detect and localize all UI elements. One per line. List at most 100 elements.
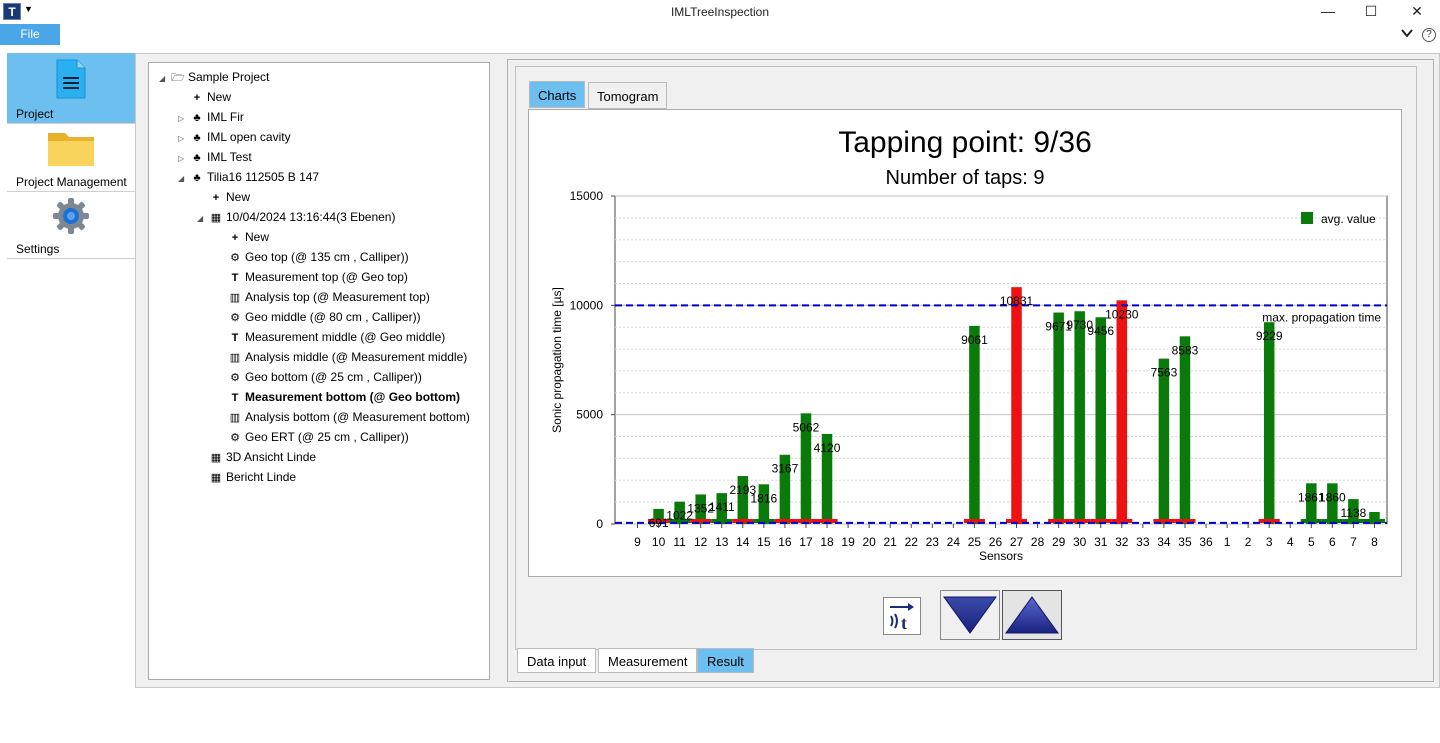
tree-node-measurement-bottom[interactable]: T Measurement bottom (@ Geo bottom) bbox=[216, 388, 460, 406]
bar-31 bbox=[1095, 317, 1107, 524]
x-tick-label: 1 bbox=[1224, 535, 1231, 549]
maximize-button[interactable]: ☐ bbox=[1348, 0, 1394, 24]
tree-node-session[interactable]: ◢ ▦ 10/04/2024 13:16:44(3 Ebenen) bbox=[197, 208, 395, 226]
tab-charts[interactable]: Charts bbox=[529, 81, 586, 108]
table-icon: ▦ bbox=[210, 212, 222, 224]
quick-access-dropdown-icon[interactable]: ▼ bbox=[24, 4, 33, 14]
data-label: 4120 bbox=[814, 441, 841, 455]
x-tick-label: 31 bbox=[1094, 535, 1108, 549]
tree-node-geo-bottom[interactable]: ⚙ Geo bottom (@ 25 cm , Calliper)) bbox=[216, 368, 422, 386]
x-tick-label: 25 bbox=[968, 535, 982, 549]
tree-node-sample-project[interactable]: ◢ 🗁 Sample Project bbox=[159, 68, 269, 86]
previous-tap-button[interactable] bbox=[940, 590, 1000, 640]
x-tick-label: 14 bbox=[736, 535, 750, 549]
collapse-ribbon-icon[interactable] bbox=[1400, 26, 1414, 43]
tree-node-new[interactable]: + New bbox=[197, 188, 250, 206]
folder-open-icon: 🗁 bbox=[171, 72, 185, 84]
collapsed-arrow-icon[interactable]: ▷ bbox=[178, 110, 190, 128]
tree-node-iml-fir[interactable]: ▷ ♣ IML Fir bbox=[178, 108, 244, 126]
title-bar: T ▼ IMLTreeInspection — ☐ ✕ bbox=[0, 0, 1440, 24]
tab-tomogram[interactable]: Tomogram bbox=[588, 82, 668, 109]
expanded-arrow-icon[interactable]: ◢ bbox=[197, 210, 209, 228]
geometry-icon: ⚙ bbox=[230, 372, 240, 384]
window-title: IMLTreeInspection bbox=[670, 5, 770, 19]
project-tree[interactable]: ◢ 🗁 Sample Project + New ▷ ♣ IML Fir ▷ ♣ IML op… bbox=[148, 62, 490, 680]
next-tap-button[interactable] bbox=[1002, 590, 1062, 640]
svg-text:t: t bbox=[901, 613, 907, 633]
geometry-icon: ⚙ bbox=[230, 312, 240, 324]
tab-measurement[interactable]: Measurement bbox=[598, 648, 698, 673]
tab-data-input[interactable]: Data input bbox=[517, 648, 597, 673]
collapsed-arrow-icon[interactable]: ▷ bbox=[178, 130, 190, 148]
tree-node-bericht[interactable]: ▦ Bericht Linde bbox=[197, 468, 296, 486]
x-tick-label: 28 bbox=[1031, 535, 1045, 549]
tree-icon: ♣ bbox=[193, 132, 201, 144]
help-icon[interactable]: ? bbox=[1422, 28, 1436, 42]
x-tick-label: 4 bbox=[1287, 535, 1294, 549]
chart-area: Tapping point: 9/36 Number of taps: 9 05… bbox=[528, 109, 1402, 577]
x-tick-label: 29 bbox=[1052, 535, 1066, 549]
x-tick-label: 13 bbox=[715, 535, 729, 549]
tree-node-analysis-middle[interactable]: ▥ Analysis middle (@ Measurement middle) bbox=[216, 348, 467, 366]
tree-node-tilia[interactable]: ◢ ♣ Tilia16 112505 B 147 bbox=[178, 168, 319, 186]
x-tick-label: 19 bbox=[841, 535, 855, 549]
x-tick-label: 5 bbox=[1308, 535, 1315, 549]
measurement-icon: T bbox=[231, 392, 239, 404]
expanded-arrow-icon[interactable]: ◢ bbox=[178, 170, 190, 188]
nav-item-settings[interactable]: Settings bbox=[7, 192, 135, 259]
x-tick-label: 16 bbox=[778, 535, 792, 549]
tree-node-analysis-bottom[interactable]: ▥ Analysis bottom (@ Measurement bottom) bbox=[216, 408, 470, 426]
x-tick-label: 2 bbox=[1245, 535, 1252, 549]
close-button[interactable]: ✕ bbox=[1394, 0, 1440, 24]
sonic-time-icon: t bbox=[890, 603, 914, 633]
nav-label-project: Project bbox=[16, 107, 54, 121]
x-tick-label: 34 bbox=[1157, 535, 1171, 549]
x-tick-label: 21 bbox=[884, 535, 898, 549]
tree-node-new[interactable]: + New bbox=[178, 88, 231, 106]
arrow-up-icon bbox=[1005, 596, 1059, 634]
collapsed-arrow-icon[interactable]: ▷ bbox=[178, 150, 190, 168]
x-axis-label: Sensors bbox=[979, 549, 1023, 563]
file-menu[interactable]: File bbox=[0, 24, 60, 45]
document-icon bbox=[56, 59, 86, 99]
x-tick-label: 22 bbox=[905, 535, 919, 549]
nav-label-project-management: Project Management bbox=[16, 175, 127, 189]
nav-item-project[interactable]: Project bbox=[7, 53, 135, 124]
x-tick-label: 10 bbox=[652, 535, 666, 549]
tree-node-measurement-middle[interactable]: T Measurement middle (@ Geo middle) bbox=[216, 328, 446, 346]
x-tick-label: 9 bbox=[634, 535, 641, 549]
tree-node-iml-open-cavity[interactable]: ▷ ♣ IML open cavity bbox=[178, 128, 291, 146]
tree-node-geo-top[interactable]: ⚙ Geo top (@ 135 cm , Calliper)) bbox=[216, 248, 409, 266]
x-tick-label: 27 bbox=[1010, 535, 1024, 549]
tree-node-3d-ansicht[interactable]: ▦ 3D Ansicht Linde bbox=[197, 448, 316, 466]
arrow-down-icon bbox=[943, 596, 997, 634]
nav-item-project-management[interactable]: Project Management bbox=[7, 124, 135, 192]
x-tick-label: 24 bbox=[947, 535, 961, 549]
tree-node-iml-test[interactable]: ▷ ♣ IML Test bbox=[178, 148, 252, 166]
tree-node-analysis-top[interactable]: ▥ Analysis top (@ Measurement top) bbox=[216, 288, 430, 306]
tree-node-geo-ert[interactable]: ⚙ Geo ERT (@ 25 cm , Calliper)) bbox=[216, 428, 409, 446]
x-tick-label: 36 bbox=[1199, 535, 1213, 549]
x-tick-label: 35 bbox=[1178, 535, 1192, 549]
expanded-arrow-icon[interactable]: ◢ bbox=[159, 70, 171, 88]
plus-icon: + bbox=[212, 192, 220, 204]
data-label: 9061 bbox=[961, 333, 988, 347]
tree-node-geo-middle[interactable]: ⚙ Geo middle (@ 80 cm , Calliper)) bbox=[216, 308, 421, 326]
analysis-chart-icon: ▥ bbox=[229, 292, 241, 304]
data-label: 5062 bbox=[793, 420, 820, 434]
x-tick-label: 3 bbox=[1266, 535, 1273, 549]
y-tick-label: 15000 bbox=[570, 189, 604, 203]
analysis-chart-icon: ▥ bbox=[229, 412, 241, 424]
tab-result[interactable]: Result bbox=[697, 648, 754, 673]
legend-swatch bbox=[1301, 212, 1313, 224]
tree-node-new[interactable]: + New bbox=[216, 228, 269, 246]
y-tick-label: 5000 bbox=[576, 408, 603, 422]
folder-icon bbox=[48, 133, 94, 166]
measurement-icon: T bbox=[231, 272, 239, 284]
tree-node-measurement-top[interactable]: T Measurement top (@ Geo top) bbox=[216, 268, 408, 286]
minimize-button[interactable]: — bbox=[1305, 0, 1351, 24]
app-icon[interactable]: T bbox=[3, 3, 21, 20]
tapping-time-button[interactable]: t bbox=[883, 597, 921, 635]
x-tick-label: 32 bbox=[1115, 535, 1129, 549]
x-tick-label: 11 bbox=[673, 535, 686, 549]
